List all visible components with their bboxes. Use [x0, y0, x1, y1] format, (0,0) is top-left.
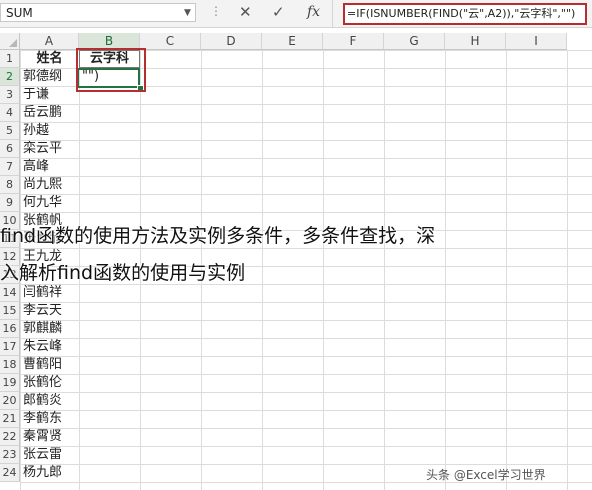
row-header[interactable]: 2: [0, 68, 20, 86]
column-header-i[interactable]: I: [506, 33, 567, 50]
row-header[interactable]: 3: [0, 86, 20, 104]
grid-line: [323, 50, 324, 490]
name-box[interactable]: SUM: [0, 3, 196, 22]
row-header[interactable]: 14: [0, 284, 20, 302]
row-header[interactable]: 6: [0, 140, 20, 158]
row-header[interactable]: 16: [0, 320, 20, 338]
row-header[interactable]: 17: [0, 338, 20, 356]
row-header[interactable]: 1: [0, 50, 20, 68]
cell-name[interactable]: 李鹤东: [20, 410, 79, 428]
cell-name[interactable]: 高峰: [20, 158, 79, 176]
cell-name[interactable]: 闫鹤祥: [20, 284, 79, 302]
insert-function-icon[interactable]: fx: [307, 2, 320, 22]
cell-name[interactable]: 孙越: [20, 122, 79, 140]
formula-bar: SUM ▼ ⋮ ✕ ✓ fx =IF(ISNUMBER(FIND("云",A2)…: [0, 0, 592, 28]
row-header[interactable]: 4: [0, 104, 20, 122]
row-header[interactable]: 5: [0, 122, 20, 140]
cell-name[interactable]: 张云雷: [20, 446, 79, 464]
caption-line-2: 入解析find函数的使用与实例: [0, 262, 246, 284]
enter-icon[interactable]: ✓: [272, 2, 285, 22]
column-header-h[interactable]: H: [445, 33, 506, 50]
watermark: 头条 @Excel学习世界: [426, 468, 546, 482]
grid-line: [262, 50, 263, 490]
row-header[interactable]: 23: [0, 446, 20, 464]
cell-name[interactable]: 尚九熙: [20, 176, 79, 194]
row-header[interactable]: 15: [0, 302, 20, 320]
chevron-down-icon[interactable]: ▼: [184, 8, 191, 18]
row-header[interactable]: 19: [0, 374, 20, 392]
row-header[interactable]: 7: [0, 158, 20, 176]
cell-name[interactable]: 于谦: [20, 86, 79, 104]
cell-name[interactable]: 李云天: [20, 302, 79, 320]
cell-name[interactable]: 杨九郎: [20, 464, 79, 482]
column-header-e[interactable]: E: [262, 33, 323, 50]
row-header[interactable]: 20: [0, 392, 20, 410]
row-header[interactable]: 24: [0, 464, 20, 482]
formula-input[interactable]: =IF(ISNUMBER(FIND("云",A2)),"云字科",""): [343, 3, 587, 25]
grid-line: [445, 50, 446, 490]
cell-name[interactable]: 曹鹤阳: [20, 356, 79, 374]
cell-name[interactable]: 何九华: [20, 194, 79, 212]
cell-name[interactable]: 朱云峰: [20, 338, 79, 356]
column-header-c[interactable]: C: [140, 33, 201, 50]
row-header[interactable]: 18: [0, 356, 20, 374]
cell-name[interactable]: 栾云平: [20, 140, 79, 158]
cell-name[interactable]: 张鹤伦: [20, 374, 79, 392]
more-icon: ⋮: [210, 4, 222, 18]
formula-bar-divider: [332, 0, 333, 27]
row-header[interactable]: 21: [0, 410, 20, 428]
column-header-a[interactable]: A: [20, 33, 79, 50]
column-header-d[interactable]: D: [201, 33, 262, 50]
cell-name[interactable]: 郎鹤炎: [20, 392, 79, 410]
select-all-icon: [9, 39, 17, 47]
row-header[interactable]: 9: [0, 194, 20, 212]
grid-line: [506, 50, 507, 490]
caption-line-1: find函数的使用方法及实例多条件，多条件查找，深: [0, 225, 436, 247]
cancel-icon[interactable]: ✕: [239, 2, 252, 22]
cell-name[interactable]: 秦霄贤: [20, 428, 79, 446]
highlight-box: [76, 48, 146, 92]
column-header-g[interactable]: G: [384, 33, 445, 50]
grid-line: [567, 50, 568, 490]
grid-line: [384, 50, 385, 490]
cell-name[interactable]: 郭麒麟: [20, 320, 79, 338]
row-header[interactable]: 8: [0, 176, 20, 194]
row-header[interactable]: 22: [0, 428, 20, 446]
cell-name[interactable]: 郭德纲: [20, 68, 79, 86]
cell-a1[interactable]: 姓名: [20, 50, 79, 68]
cell-name[interactable]: 岳云鹏: [20, 104, 79, 122]
column-header-f[interactable]: F: [323, 33, 384, 50]
